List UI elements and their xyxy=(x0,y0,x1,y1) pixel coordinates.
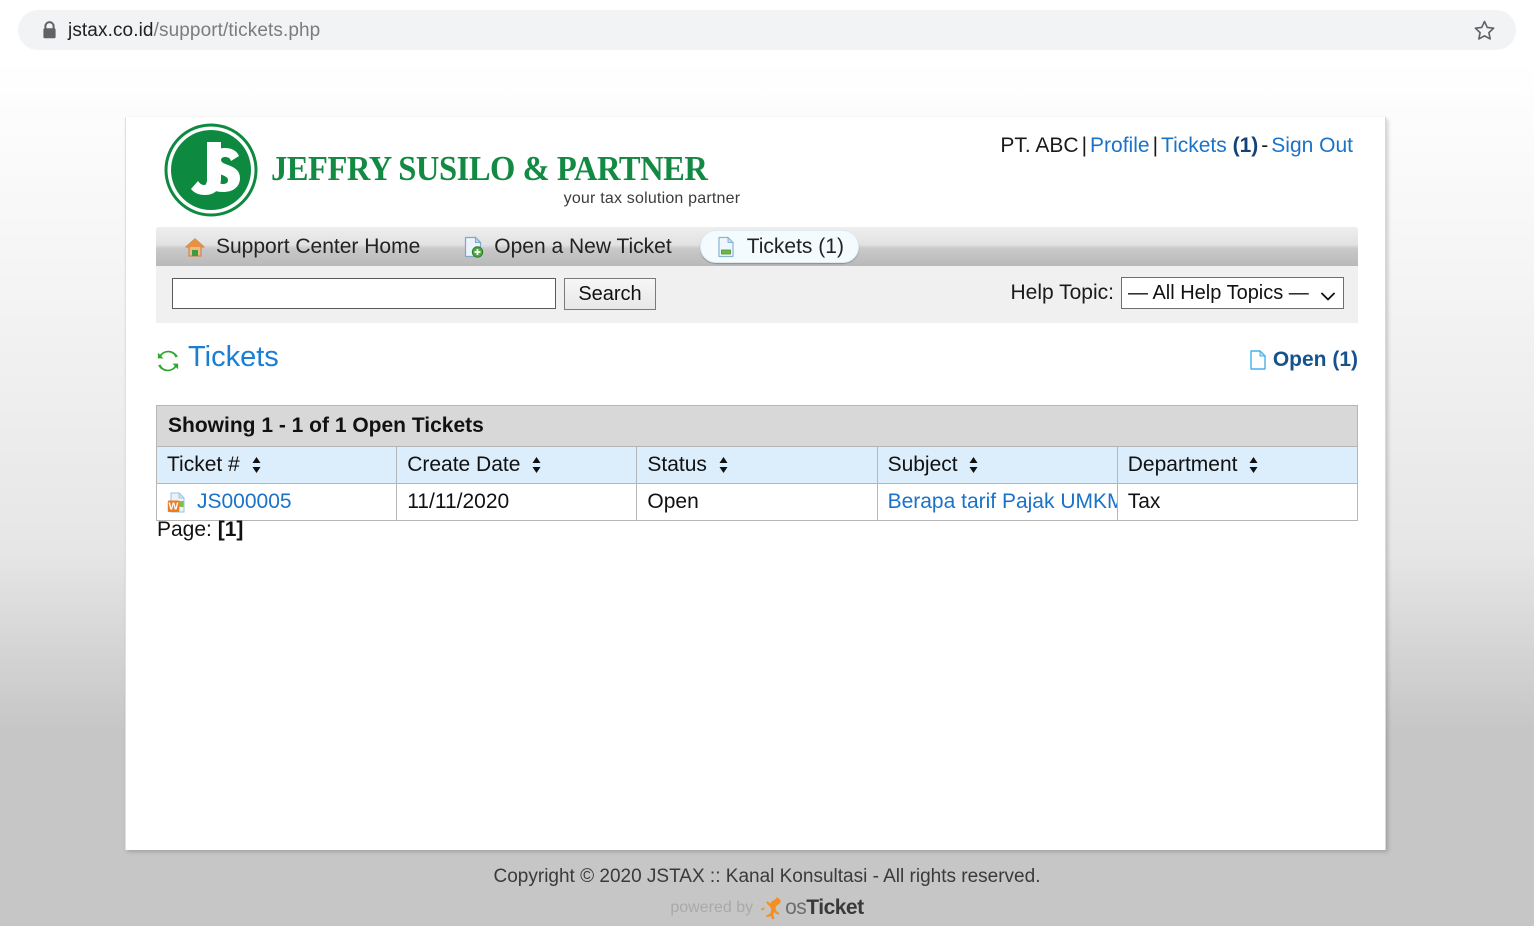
separator: - xyxy=(1261,134,1269,157)
help-topic-label: Help Topic: xyxy=(1010,281,1114,304)
ticket-number-link[interactable]: JS000005 xyxy=(197,490,292,514)
powered-by: powered by os Ticket xyxy=(0,895,1534,921)
nav-label: Open a New Ticket xyxy=(494,234,672,258)
refresh-icon[interactable] xyxy=(157,347,179,371)
open-tickets-link[interactable]: Open (1) xyxy=(1250,348,1358,372)
cell-department: Tax xyxy=(1116,483,1359,521)
nav-label: Tickets (1) xyxy=(746,234,844,258)
powered-by-label: powered by xyxy=(670,899,754,916)
table-header-row: Ticket # Create Date Status Subject Depa… xyxy=(155,446,1359,484)
filter-bar: Search Help Topic: — All Help Topics — xyxy=(156,266,1358,323)
column-label: Department xyxy=(1127,453,1238,476)
tickets-page-icon xyxy=(715,235,737,258)
sort-arrows-icon xyxy=(1248,455,1259,473)
svg-text:W: W xyxy=(169,500,179,512)
home-icon xyxy=(184,236,206,258)
url-text: jstax.co.id/support/tickets.php xyxy=(68,19,320,42)
kangaroo-icon xyxy=(757,895,787,921)
column-label: Create Date xyxy=(407,453,521,476)
tickets-table: Showing 1 - 1 of 1 Open Tickets Ticket #… xyxy=(155,405,1359,521)
tickets-link[interactable]: Tickets xyxy=(1161,134,1227,157)
help-topic-filter: Help Topic: — All Help Topics — xyxy=(1010,277,1344,309)
document-icon xyxy=(1250,349,1267,370)
sort-arrows-icon xyxy=(968,455,979,473)
separator: | xyxy=(1152,134,1159,157)
sort-arrows-icon xyxy=(718,455,729,473)
main-navigation: Support Center Home Open a New Ticket Ti… xyxy=(156,227,1358,266)
nav-item-tickets[interactable]: Tickets (1) xyxy=(699,230,859,263)
nav-item-open-a-new-ticket[interactable]: Open a New Ticket xyxy=(448,231,685,262)
nav-label: Support Center Home xyxy=(216,234,421,258)
column-header-department[interactable]: Department xyxy=(1116,446,1359,484)
logo-name: JEFFRY SUSILO & PARTNER xyxy=(271,148,708,188)
open-tickets-label: Open (1) xyxy=(1272,348,1358,371)
search-button[interactable]: Search xyxy=(564,278,656,310)
cell-create-date: 11/11/2020 xyxy=(396,483,638,521)
separator: | xyxy=(1081,134,1088,157)
column-label: Status xyxy=(647,453,707,476)
word-document-icon: W xyxy=(167,491,188,513)
sort-arrows-icon xyxy=(251,455,262,473)
pagination-current-page[interactable]: [1] xyxy=(218,518,244,541)
site-container: JEFFRY SUSILO & PARTNER your tax solutio… xyxy=(125,117,1386,850)
subject-link[interactable]: Berapa tarif Pajak UMKM saat ini? xyxy=(888,490,1117,513)
cell-status: Open xyxy=(636,483,878,521)
url-domain: jstax.co.id xyxy=(68,20,154,41)
logo-wordmark: JEFFRY SUSILO & PARTNER your tax solutio… xyxy=(271,133,740,208)
column-header-status[interactable]: Status xyxy=(636,446,878,484)
copyright-text: Copyright © 2020 JSTAX :: Kanal Konsulta… xyxy=(493,866,1041,887)
osticket-ticket-text: Ticket xyxy=(806,896,864,919)
sort-arrows-icon xyxy=(531,455,542,473)
column-label: Subject xyxy=(887,453,958,476)
nav-item-support-center-home[interactable]: Support Center Home xyxy=(170,231,434,262)
page-title: Tickets xyxy=(157,341,279,374)
sign-out-link[interactable]: Sign Out xyxy=(1271,134,1353,157)
user-links: PT. ABC | Profile | Tickets (1) - Sign Out xyxy=(1000,133,1353,159)
column-header-ticket-number[interactable]: Ticket # xyxy=(155,446,398,484)
site-logo[interactable]: JEFFRY SUSILO & PARTNER your tax solutio… xyxy=(163,122,740,218)
js-monogram-icon xyxy=(163,122,259,218)
page-title-text: Tickets xyxy=(188,341,279,373)
cell-subject: Berapa tarif Pajak UMKM saat ini? xyxy=(876,483,1118,521)
column-header-create-date[interactable]: Create Date xyxy=(396,446,638,484)
site-header: JEFFRY SUSILO & PARTNER your tax solutio… xyxy=(126,117,1385,220)
content-header: Tickets Open (1) xyxy=(156,341,1358,389)
browser-toolbar: jstax.co.id/support/tickets.php xyxy=(0,0,1534,60)
showing-count: Showing 1 - 1 of 1 Open Tickets xyxy=(156,405,1358,447)
address-bar[interactable]: jstax.co.id/support/tickets.php xyxy=(18,10,1516,50)
pagination-label: Page: xyxy=(157,518,212,541)
cell-ticket-number: W JS000005 xyxy=(155,483,398,521)
osticket-logo[interactable]: os Ticket xyxy=(757,895,864,921)
table-showing-row: Showing 1 - 1 of 1 Open Tickets xyxy=(156,405,1358,447)
star-icon[interactable] xyxy=(1473,19,1496,42)
site-footer: Copyright © 2020 JSTAX :: Kanal Konsulta… xyxy=(0,865,1534,921)
table-row[interactable]: W JS000005 11/11/2020 Open Berapa tarif … xyxy=(155,483,1359,521)
osticket-os-text: os xyxy=(785,896,807,919)
current-user: PT. ABC xyxy=(1000,134,1079,157)
search-input[interactable] xyxy=(172,278,556,309)
new-ticket-icon xyxy=(462,235,484,258)
pagination: Page: [1] xyxy=(157,518,243,542)
column-label: Ticket # xyxy=(167,453,240,476)
url-path: /support/tickets.php xyxy=(153,20,321,41)
page-background: JEFFRY SUSILO & PARTNER your tax solutio… xyxy=(0,60,1534,920)
column-header-subject[interactable]: Subject xyxy=(876,446,1118,484)
profile-link[interactable]: Profile xyxy=(1090,134,1150,157)
tickets-count: (1) xyxy=(1232,134,1259,157)
logo-tagline: your tax solution partner xyxy=(563,189,741,207)
lock-icon xyxy=(42,21,57,39)
help-topic-select[interactable]: — All Help Topics — xyxy=(1121,277,1344,309)
